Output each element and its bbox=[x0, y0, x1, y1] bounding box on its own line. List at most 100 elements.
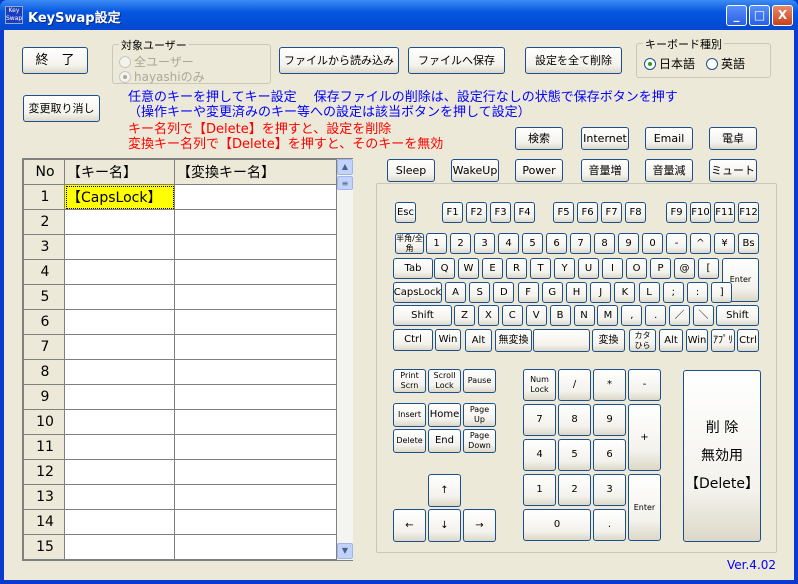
key-Enter[interactable]: Enter bbox=[628, 474, 661, 541]
key-Win[interactable]: Win bbox=[686, 329, 708, 352]
key-F7[interactable]: F7 bbox=[601, 202, 622, 223]
key-5[interactable]: 5 bbox=[558, 439, 591, 471]
key-,[interactable]: , bbox=[621, 305, 643, 326]
key-Shift[interactable]: Shift bbox=[393, 305, 452, 326]
key-ｱﾌﾟﾘ[interactable]: ｱﾌﾟﾘ bbox=[711, 329, 735, 352]
special-key-button[interactable]: Email bbox=[645, 127, 693, 150]
key-F1[interactable]: F1 bbox=[442, 202, 463, 223]
key-B[interactable]: B bbox=[549, 305, 571, 326]
key-.[interactable]: . bbox=[593, 509, 626, 541]
mapped-key-cell[interactable] bbox=[174, 334, 337, 360]
key-F4[interactable]: F4 bbox=[514, 202, 535, 223]
key-V[interactable]: V bbox=[525, 305, 547, 326]
key-N[interactable]: N bbox=[573, 305, 595, 326]
key-Page-Down[interactable]: Page Down bbox=[463, 429, 496, 453]
radio-this-user[interactable]: hayashiのみ bbox=[119, 68, 205, 85]
key-0[interactable]: 0 bbox=[642, 233, 663, 254]
key-変換[interactable]: 変換 bbox=[592, 329, 625, 352]
key-Ctrl[interactable]: Ctrl bbox=[393, 329, 433, 351]
key-8[interactable]: 8 bbox=[594, 233, 615, 254]
key-8[interactable]: 8 bbox=[558, 404, 591, 436]
radio-english[interactable]: 英語 bbox=[706, 55, 745, 72]
key-name-cell[interactable] bbox=[64, 534, 175, 560]
key-F2[interactable]: F2 bbox=[466, 202, 487, 223]
key-name-cell[interactable] bbox=[64, 434, 175, 460]
delete-all-button[interactable]: 設定を全て削除 bbox=[525, 47, 622, 74]
table-row[interactable]: 7 bbox=[23, 334, 337, 360]
special-key-button[interactable]: Internet bbox=[581, 127, 629, 150]
key-:[interactable]: : bbox=[687, 282, 708, 303]
key-2[interactable]: 2 bbox=[558, 474, 591, 506]
key-F3[interactable]: F3 bbox=[490, 202, 511, 223]
table-row[interactable]: 10 bbox=[23, 409, 337, 435]
key-T[interactable]: T bbox=[530, 258, 551, 279]
key-Insert[interactable]: Insert bbox=[393, 403, 426, 427]
key-name-cell[interactable] bbox=[64, 484, 175, 510]
mapped-key-cell[interactable] bbox=[174, 234, 337, 260]
special-key-button[interactable]: 検索 bbox=[515, 127, 563, 150]
key-4[interactable]: 4 bbox=[523, 439, 556, 471]
key-name-cell[interactable] bbox=[64, 459, 175, 485]
key-無変換[interactable]: 無変換 bbox=[495, 329, 532, 352]
special-key-button[interactable]: 電卓 bbox=[709, 127, 757, 150]
key-Num-Lock[interactable]: Num Lock bbox=[523, 369, 556, 401]
key-Print-Scrn[interactable]: Print Scrn bbox=[393, 369, 426, 393]
key-name-cell[interactable] bbox=[64, 309, 175, 335]
key-name-cell[interactable] bbox=[64, 384, 175, 410]
special-key-button[interactable]: 音量増 bbox=[581, 159, 629, 182]
mapped-key-cell[interactable] bbox=[174, 259, 337, 285]
key-6[interactable]: 6 bbox=[546, 233, 567, 254]
key-5[interactable]: 5 bbox=[522, 233, 543, 254]
mapped-key-cell[interactable] bbox=[174, 409, 337, 435]
key-X[interactable]: X bbox=[477, 305, 499, 326]
key-.[interactable]: . bbox=[645, 305, 667, 326]
key-C[interactable]: C bbox=[501, 305, 523, 326]
key-F11[interactable]: F11 bbox=[714, 202, 735, 223]
close-button[interactable]: X bbox=[772, 5, 793, 26]
table-row[interactable]: 4 bbox=[23, 259, 337, 285]
key-Y[interactable]: Y bbox=[554, 258, 575, 279]
save-file-button[interactable]: ファイルへ保存 bbox=[408, 47, 505, 74]
maximize-button[interactable]: □ bbox=[749, 5, 770, 26]
minimize-button[interactable]: _ bbox=[726, 5, 747, 26]
special-key-button[interactable]: Power bbox=[515, 159, 563, 182]
key-^[interactable]: ^ bbox=[690, 233, 711, 254]
key-9[interactable]: 9 bbox=[593, 404, 626, 436]
key-Shift[interactable]: Shift bbox=[716, 305, 759, 326]
key-／[interactable]: ／ bbox=[669, 305, 691, 326]
key-E[interactable]: E bbox=[482, 258, 503, 279]
key-F8[interactable]: F8 bbox=[625, 202, 646, 223]
key-space[interactable] bbox=[533, 329, 590, 352]
key-*[interactable]: * bbox=[593, 369, 626, 401]
key-G[interactable]: G bbox=[541, 282, 563, 303]
mapped-key-cell[interactable] bbox=[174, 484, 337, 510]
key-L[interactable]: L bbox=[638, 282, 660, 303]
key-name-cell[interactable]: 【CapsLock】 bbox=[64, 184, 175, 210]
key-name-cell[interactable] bbox=[64, 409, 175, 435]
scroll-up-icon[interactable]: ▲ bbox=[337, 159, 353, 175]
mapped-key-cell[interactable] bbox=[174, 209, 337, 235]
mapped-key-cell[interactable] bbox=[174, 534, 337, 560]
key-1[interactable]: 1 bbox=[523, 474, 556, 506]
mapped-key-cell[interactable] bbox=[174, 459, 337, 485]
key-カタ-ひら[interactable]: カタ ひら bbox=[629, 329, 656, 352]
mapped-key-cell[interactable] bbox=[174, 284, 337, 310]
key-半角/全角[interactable]: 半角/全角 bbox=[395, 233, 424, 254]
mapped-key-cell[interactable] bbox=[174, 384, 337, 410]
key-name-cell[interactable] bbox=[64, 509, 175, 535]
table-row[interactable]: 3 bbox=[23, 234, 337, 260]
table-row[interactable]: 11 bbox=[23, 434, 337, 460]
key-Delete[interactable]: Delete bbox=[393, 429, 426, 453]
exit-button[interactable]: 終 了 bbox=[22, 47, 88, 74]
key-A[interactable]: A bbox=[445, 282, 466, 303]
table-row[interactable]: 8 bbox=[23, 359, 337, 385]
key-P[interactable]: P bbox=[650, 258, 671, 279]
key-@[interactable]: @ bbox=[674, 258, 695, 279]
key-Ctrl[interactable]: Ctrl bbox=[737, 329, 759, 352]
key-name-cell[interactable] bbox=[64, 359, 175, 385]
key-Alt[interactable]: Alt bbox=[659, 329, 683, 352]
key-3[interactable]: 3 bbox=[593, 474, 626, 506]
scroll-thumb[interactable]: ≡ bbox=[337, 176, 353, 190]
key-F12[interactable]: F12 bbox=[738, 202, 759, 223]
key-D[interactable]: D bbox=[493, 282, 515, 303]
